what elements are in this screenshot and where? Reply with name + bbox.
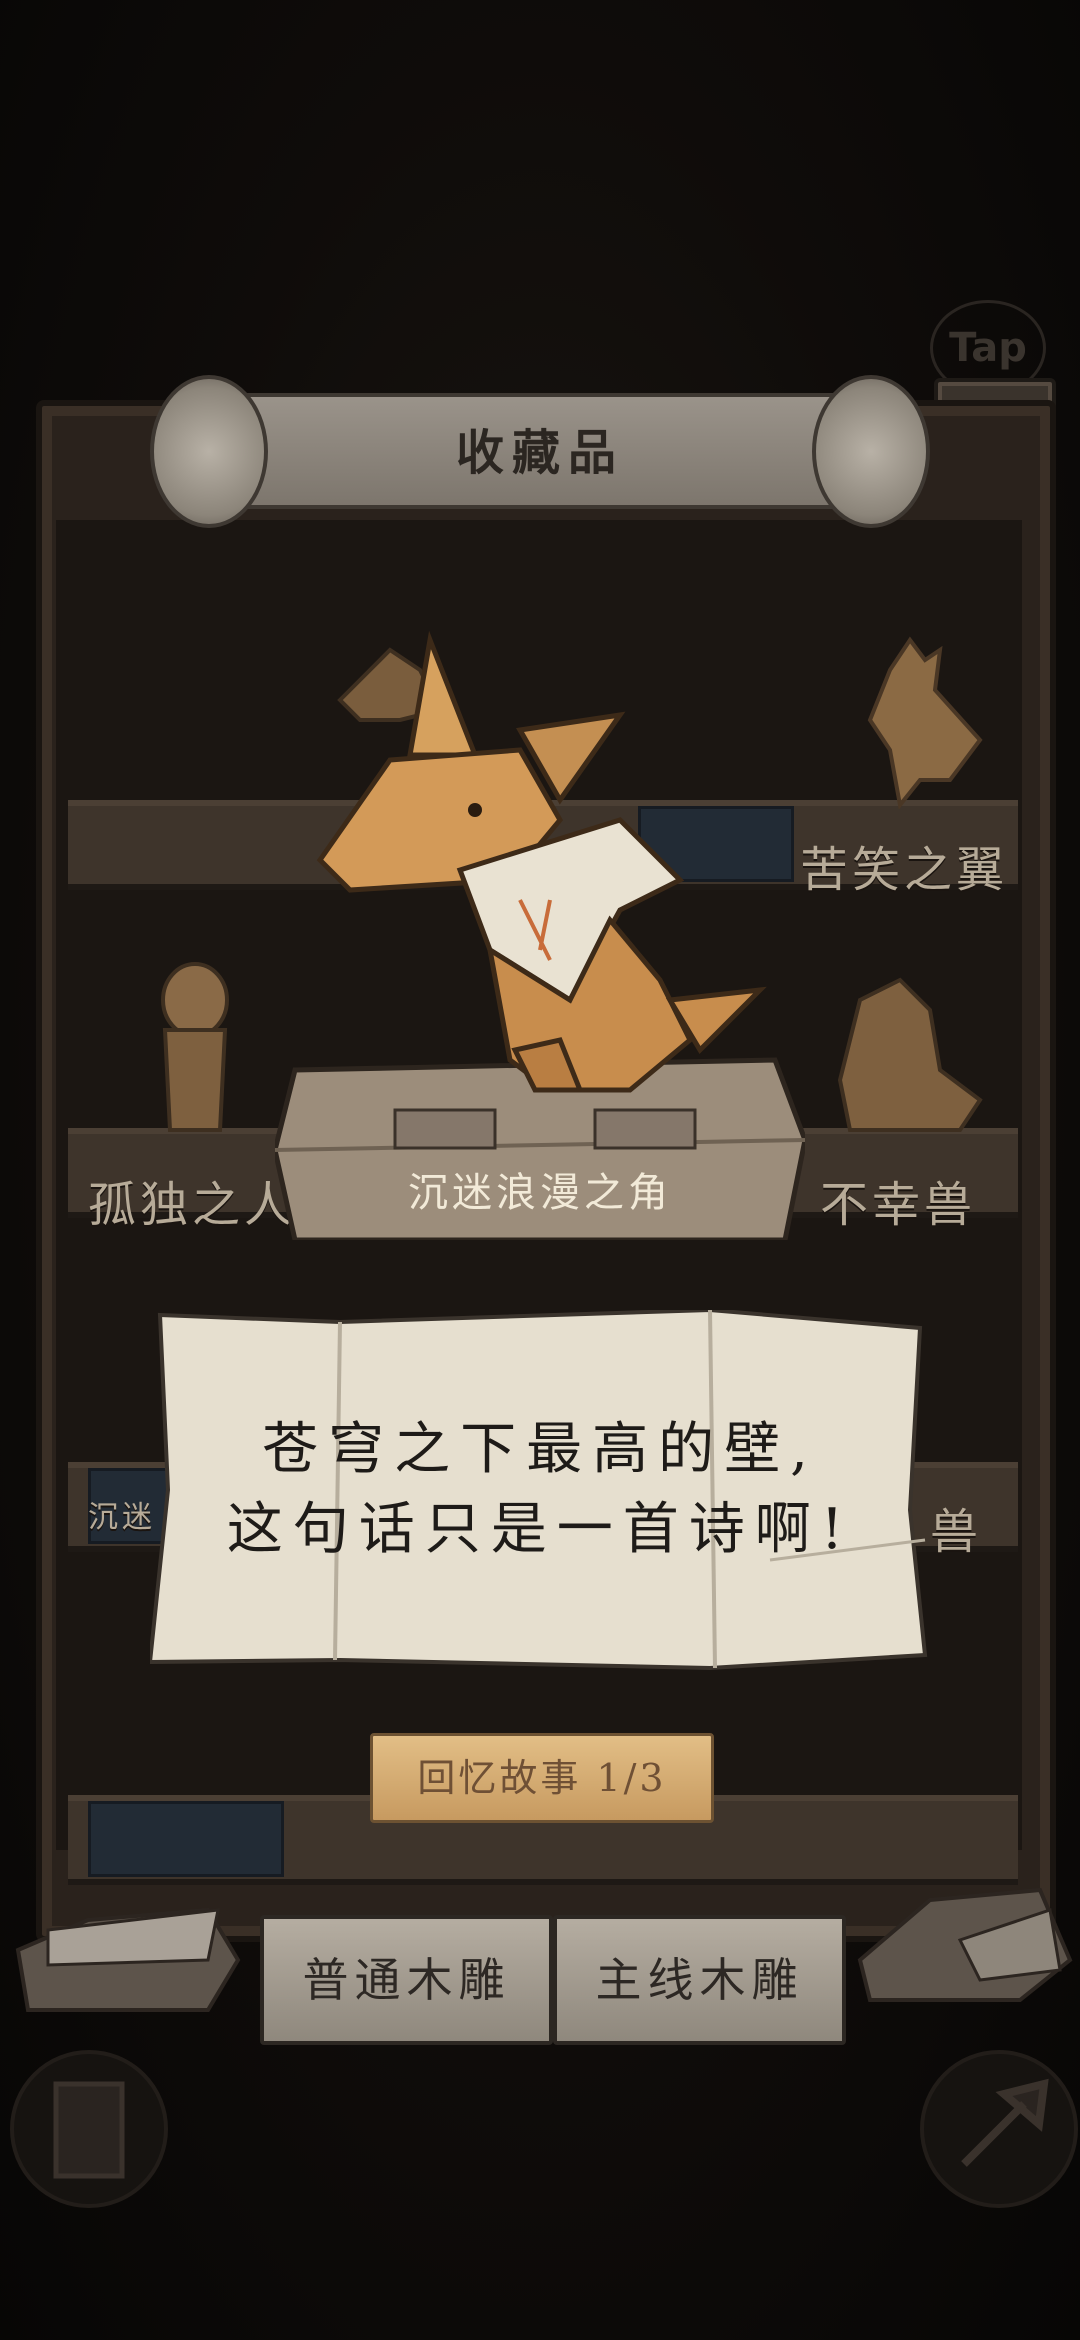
label-row3-right: 兽	[930, 1504, 983, 1560]
person-figurine[interactable]	[140, 960, 250, 1140]
page-title: 收藏品	[455, 425, 624, 481]
title-scroll: 收藏品	[150, 375, 930, 528]
rubble-right	[857, 1887, 1073, 2002]
featured-figurine[interactable]	[290, 620, 790, 1100]
beast-figurine[interactable]	[820, 970, 990, 1140]
story-text: 苍穹之下最高的壁, 这句话只是一首诗啊!	[150, 1410, 930, 1570]
memory-story-button[interactable]: 回忆故事 1/3	[370, 1733, 714, 1823]
wing-figurine[interactable]	[830, 630, 1000, 820]
featured-name: 沉迷浪漫之角	[408, 1170, 672, 1216]
tab-main-woodcarving[interactable]: 主线木雕	[553, 1915, 846, 2045]
tab-normal-woodcarving[interactable]: 普通木雕	[260, 1915, 553, 2045]
label-wing: 苦笑之翼	[800, 842, 1009, 898]
story-line-2: 这句话只是一首诗啊!	[226, 1497, 854, 1562]
shelf-block	[88, 1801, 284, 1877]
axe-button[interactable]	[920, 2050, 1078, 2208]
label-lonely: 孤独之人	[88, 1177, 297, 1233]
story-line-1: 苍穹之下最高的壁,	[262, 1417, 818, 1482]
exit-door-button[interactable]	[10, 2050, 168, 2208]
axe-icon	[961, 2078, 1049, 2167]
label-row3-left: 沉迷	[88, 1500, 156, 1535]
door-icon	[53, 2081, 125, 2179]
rubble-left	[15, 1907, 241, 2012]
label-unlucky-beast: 不幸兽	[820, 1177, 977, 1233]
